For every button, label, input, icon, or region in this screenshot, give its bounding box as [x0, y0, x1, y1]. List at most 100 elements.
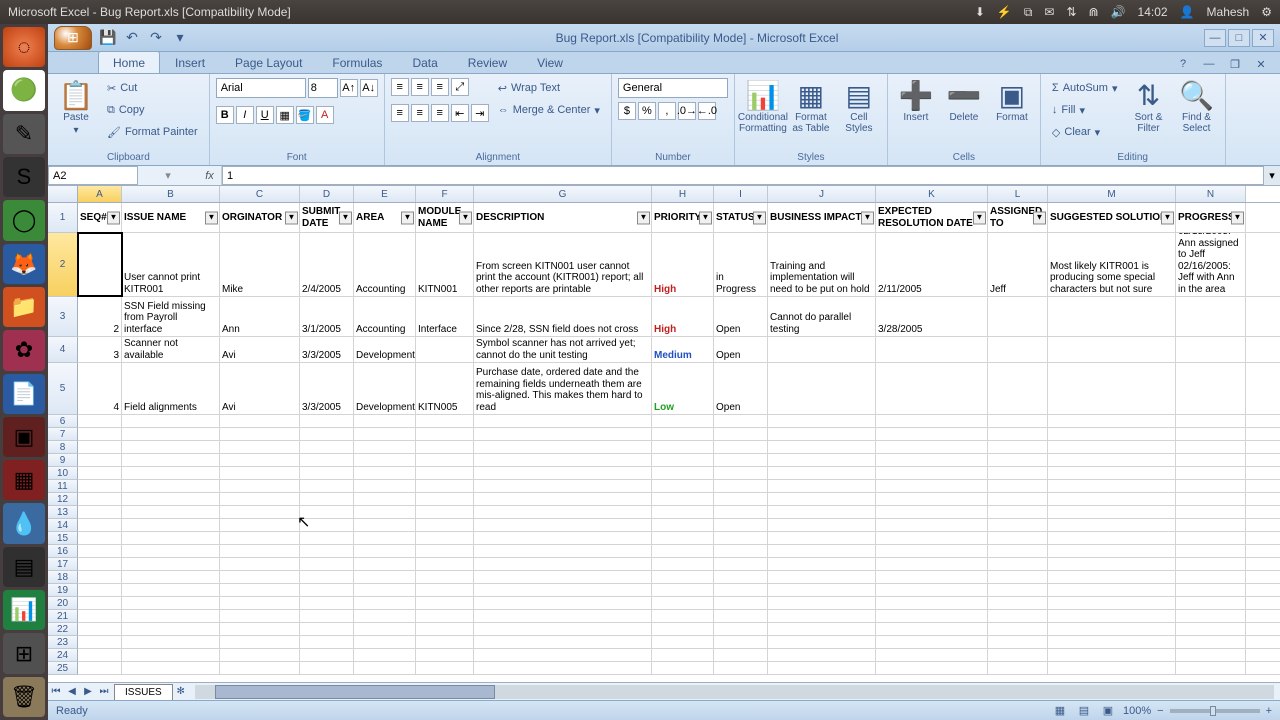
- cell[interactable]: Open: [714, 337, 768, 362]
- launcher-app4[interactable]: ▦: [3, 460, 45, 500]
- cell[interactable]: Avi: [220, 337, 300, 362]
- zoom-thumb[interactable]: [1210, 706, 1216, 716]
- cell[interactable]: [122, 441, 220, 453]
- cell[interactable]: [652, 662, 714, 674]
- cell[interactable]: [78, 597, 122, 609]
- cell[interactable]: [714, 545, 768, 557]
- cell[interactable]: Development: [354, 337, 416, 362]
- row-header[interactable]: 7: [48, 428, 78, 441]
- cell[interactable]: in Progress: [714, 233, 768, 296]
- cell[interactable]: [354, 506, 416, 518]
- cell[interactable]: [768, 636, 876, 648]
- cell[interactable]: [768, 532, 876, 544]
- cell[interactable]: [714, 532, 768, 544]
- cell[interactable]: PROGRESS▼: [1176, 203, 1246, 232]
- col-header-K[interactable]: K: [876, 186, 988, 202]
- cell[interactable]: [354, 558, 416, 570]
- cell[interactable]: [300, 480, 354, 492]
- cell[interactable]: [988, 649, 1048, 661]
- launcher-app2[interactable]: ✿: [3, 330, 45, 370]
- cell[interactable]: KITN001: [416, 233, 474, 296]
- copy-button[interactable]: ⧉Copy: [102, 100, 203, 120]
- cell[interactable]: [354, 636, 416, 648]
- cell[interactable]: [122, 636, 220, 648]
- cell[interactable]: [122, 428, 220, 440]
- cell[interactable]: [474, 532, 652, 544]
- cell[interactable]: [652, 597, 714, 609]
- italic-button[interactable]: I: [236, 106, 254, 124]
- row-header[interactable]: 25: [48, 662, 78, 675]
- cell[interactable]: [220, 623, 300, 635]
- launcher-app6[interactable]: ▤: [3, 547, 45, 587]
- cell[interactable]: [768, 493, 876, 505]
- font-name-input[interactable]: [216, 78, 306, 98]
- zoom-in-icon[interactable]: +: [1266, 705, 1272, 717]
- cell[interactable]: PRIORITY▼: [652, 203, 714, 232]
- cell[interactable]: [768, 571, 876, 583]
- align-mid-icon[interactable]: ≡: [411, 78, 429, 96]
- cell[interactable]: Ann: [220, 297, 300, 336]
- cell[interactable]: [1176, 545, 1246, 557]
- launcher-app5[interactable]: 💧: [3, 503, 45, 543]
- cell[interactable]: [714, 610, 768, 622]
- network-icon[interactable]: ⇅: [1066, 5, 1076, 19]
- cell[interactable]: [714, 662, 768, 674]
- cell[interactable]: [78, 623, 122, 635]
- sheet-nav-prev[interactable]: ◀: [64, 684, 80, 700]
- cell[interactable]: [652, 610, 714, 622]
- new-sheet-icon[interactable]: ✻: [173, 684, 189, 700]
- orient-icon[interactable]: ⤢: [451, 78, 469, 96]
- cell[interactable]: Avi: [220, 363, 300, 414]
- filter-arrow-icon[interactable]: ▼: [401, 211, 414, 224]
- cell[interactable]: [768, 480, 876, 492]
- cell[interactable]: 2/4/2005: [300, 233, 354, 296]
- cell[interactable]: [876, 584, 988, 596]
- cell[interactable]: [78, 532, 122, 544]
- row-header[interactable]: 24: [48, 649, 78, 662]
- row-header[interactable]: 18: [48, 571, 78, 584]
- cell[interactable]: [220, 597, 300, 609]
- format-cells-button[interactable]: ▣Format: [990, 78, 1034, 150]
- cell[interactable]: [988, 454, 1048, 466]
- cell[interactable]: [300, 584, 354, 596]
- cell[interactable]: [300, 623, 354, 635]
- cell[interactable]: [652, 584, 714, 596]
- cell[interactable]: [768, 662, 876, 674]
- cell[interactable]: [652, 636, 714, 648]
- row-header[interactable]: 9: [48, 454, 78, 467]
- filter-arrow-icon[interactable]: ▼: [1161, 211, 1174, 224]
- cell[interactable]: [876, 519, 988, 531]
- cell[interactable]: 3/3/2005: [300, 337, 354, 362]
- cell[interactable]: [220, 415, 300, 427]
- view-normal-icon[interactable]: ▦: [1051, 702, 1069, 720]
- bold-button[interactable]: B: [216, 106, 234, 124]
- launcher-files[interactable]: 📁: [3, 287, 45, 327]
- cell[interactable]: [988, 480, 1048, 492]
- cell[interactable]: [220, 428, 300, 440]
- cell[interactable]: [768, 506, 876, 518]
- cell[interactable]: [220, 545, 300, 557]
- cell[interactable]: [876, 558, 988, 570]
- cell[interactable]: BUSINESS IMPACT▼: [768, 203, 876, 232]
- cell[interactable]: [714, 480, 768, 492]
- cell[interactable]: STATUS▼: [714, 203, 768, 232]
- cell[interactable]: [416, 649, 474, 661]
- launcher-app3[interactable]: ▣: [3, 417, 45, 457]
- cell[interactable]: [416, 337, 474, 362]
- launcher-writer[interactable]: 📄: [3, 374, 45, 414]
- align-right-icon[interactable]: ≡: [431, 104, 449, 122]
- row-header[interactable]: 20: [48, 597, 78, 610]
- cell[interactable]: [122, 415, 220, 427]
- cell[interactable]: [300, 662, 354, 674]
- row-header[interactable]: 1: [48, 203, 78, 233]
- cell[interactable]: [474, 649, 652, 661]
- cell[interactable]: [416, 558, 474, 570]
- cell[interactable]: [300, 636, 354, 648]
- cell[interactable]: [768, 545, 876, 557]
- shrink-font-icon[interactable]: A↓: [360, 79, 378, 97]
- cell[interactable]: [988, 297, 1048, 336]
- cell[interactable]: [1176, 584, 1246, 596]
- wrap-text-button[interactable]: ↩Wrap Text: [493, 78, 605, 98]
- cell[interactable]: [220, 558, 300, 570]
- cell[interactable]: [122, 662, 220, 674]
